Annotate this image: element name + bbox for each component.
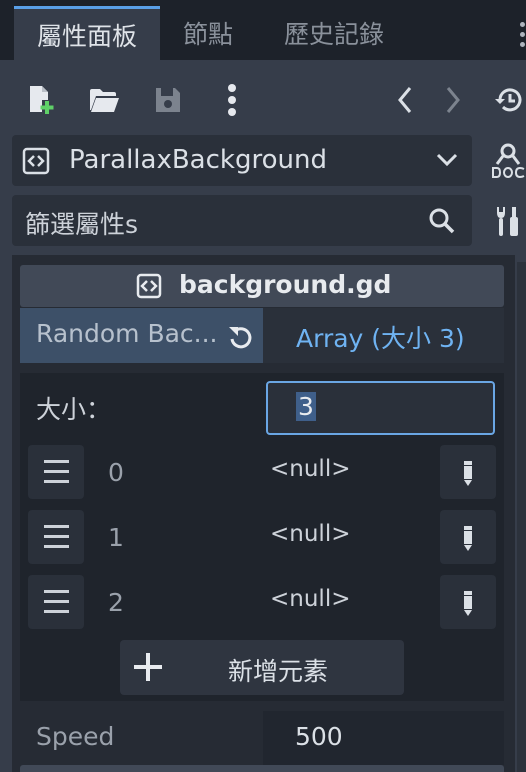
edit-item-button[interactable] [440, 575, 496, 629]
tab-inspector-label: 屬性面板 [36, 21, 137, 51]
history-forward-button[interactable] [440, 84, 466, 116]
save-icon [156, 88, 180, 112]
tab-history[interactable]: 歷史記錄 [284, 6, 384, 60]
search-icon [429, 208, 455, 234]
edit-item-button[interactable] [440, 445, 496, 499]
add-element-label: 新增元素 [228, 657, 329, 686]
history-icon [495, 88, 522, 112]
script-node-icon [22, 147, 50, 175]
edit-item-button[interactable] [440, 510, 496, 564]
property-name-label: Random Bac... [36, 319, 218, 348]
chevron-down-icon [436, 153, 458, 167]
object-selector[interactable]: ParallaxBackground [12, 135, 472, 186]
script-category-label: background.gd [179, 270, 392, 299]
property-name-random-backgrounds[interactable]: Random Bac... [20, 308, 263, 363]
inspector-scrollbar[interactable] [517, 262, 526, 772]
array-value-toggle[interactable]: Array (大小 3) [263, 308, 504, 363]
object-history-button[interactable] [492, 84, 526, 116]
speed-input[interactable]: 500 [263, 711, 504, 765]
tab-node-label: 節點 [183, 20, 234, 49]
next-section-header [20, 765, 504, 772]
pen-icon [464, 591, 472, 616]
add-element-button[interactable]: 新增元素 [120, 640, 404, 695]
open-folder-icon [90, 89, 119, 112]
array-item-value[interactable]: <null> [270, 456, 350, 482]
array-item-index: 2 [108, 588, 124, 617]
dock-options-icon[interactable] [516, 20, 526, 50]
back-arrow-icon [398, 87, 412, 113]
more-vert-icon [228, 84, 236, 116]
filter-properties-input[interactable]: 篩選屬性s [12, 195, 472, 246]
tab-history-label: 歷史記錄 [284, 20, 385, 49]
array-size-input[interactable]: 3 [266, 381, 495, 435]
array-item-value[interactable]: <null> [270, 586, 350, 612]
open-documentation-button[interactable] [490, 140, 526, 182]
array-value-label: Array (大小 3) [296, 324, 465, 353]
new-resource-button[interactable] [24, 82, 58, 118]
tab-inspector[interactable]: 屬性面板 [14, 6, 160, 60]
speed-property-label: Speed [36, 722, 115, 751]
pen-icon [464, 526, 472, 551]
script-icon [136, 273, 162, 299]
script-category-header[interactable]: background.gd [20, 265, 504, 307]
save-resource-button[interactable] [151, 84, 185, 116]
array-item-index: 0 [108, 458, 124, 487]
row-drag-handle-icon[interactable] [28, 445, 84, 499]
inspector-tools-button[interactable] [494, 203, 522, 239]
object-selector-label: ParallaxBackground [69, 145, 327, 175]
revert-icon[interactable] [227, 323, 255, 351]
tab-node[interactable]: 節點 [183, 6, 233, 60]
array-size-label: 大小： [36, 395, 112, 424]
new-resource-icon [30, 86, 54, 114]
tools-icon [497, 207, 518, 236]
doc-icon [492, 143, 526, 179]
pen-icon [464, 461, 472, 486]
history-back-button[interactable] [392, 84, 418, 116]
array-item-index: 1 [108, 523, 124, 552]
array-size-value: 3 [296, 392, 316, 421]
more-options-button[interactable] [220, 82, 244, 118]
row-drag-handle-icon[interactable] [28, 575, 84, 629]
open-resource-button[interactable] [86, 84, 122, 116]
array-item-value[interactable]: <null> [270, 521, 350, 547]
row-drag-handle-icon[interactable] [28, 510, 84, 564]
speed-value: 500 [295, 722, 343, 751]
forward-arrow-icon [446, 87, 460, 113]
filter-properties-text: 篩選屬性s [25, 210, 139, 239]
